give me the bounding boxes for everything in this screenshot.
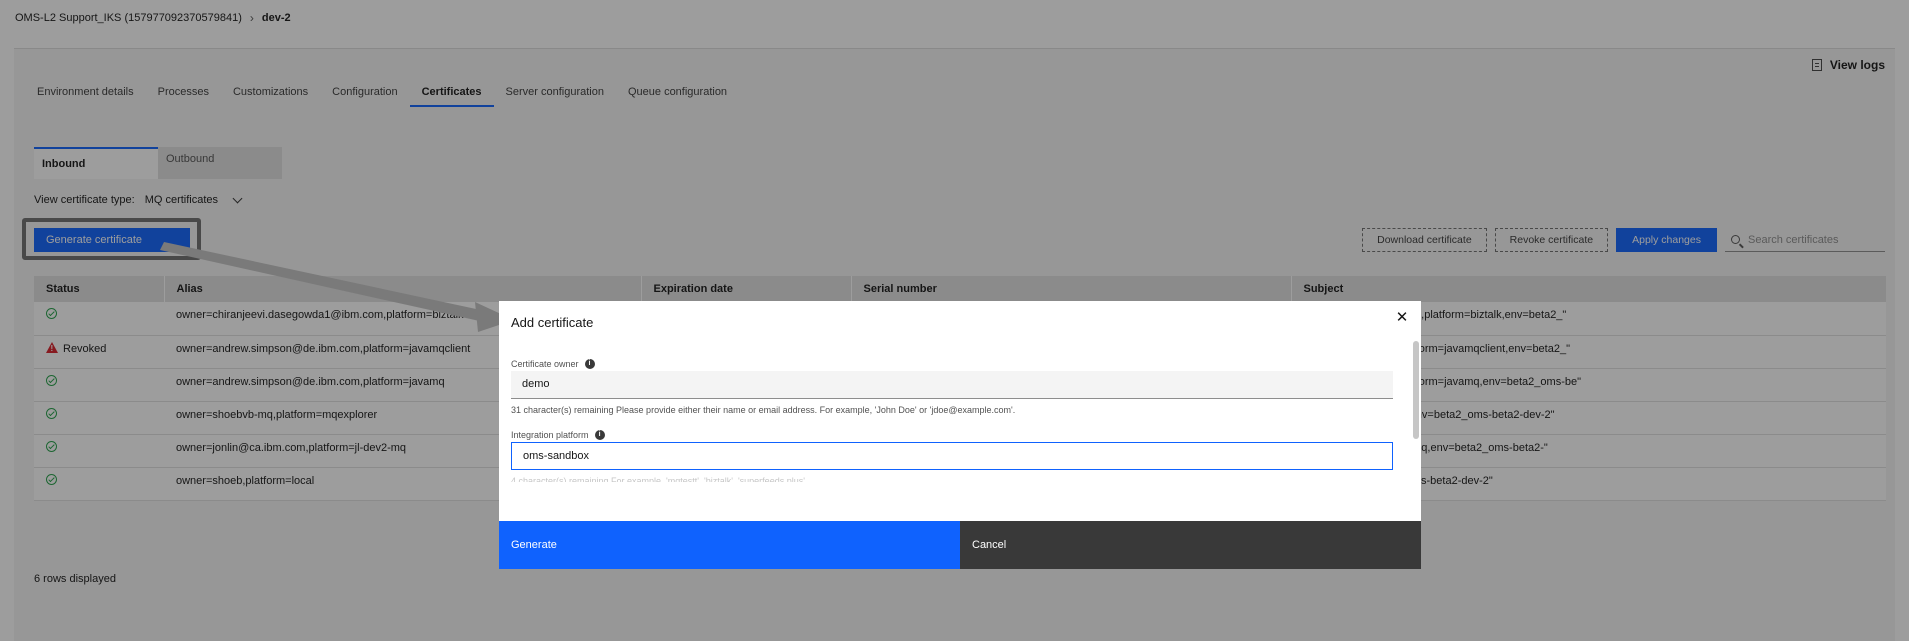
modal-scrollbar[interactable] bbox=[1413, 341, 1419, 439]
integration-platform-label: Integration platform i bbox=[511, 430, 605, 440]
generate-button[interactable]: Generate bbox=[499, 521, 960, 569]
integration-platform-label-text: Integration platform bbox=[511, 430, 589, 440]
modal-title: Add certificate bbox=[511, 315, 594, 330]
modal-footer: Generate Cancel bbox=[499, 521, 1421, 569]
certificate-owner-helper: 31 character(s) remaining Please provide… bbox=[511, 405, 1016, 415]
close-icon[interactable]: ✕ bbox=[1395, 310, 1409, 325]
add-certificate-modal: Add certificate ✕ Certificate owner i de… bbox=[499, 301, 1421, 569]
certificate-owner-label-text: Certificate owner bbox=[511, 359, 579, 369]
cancel-button[interactable]: Cancel bbox=[960, 521, 1421, 569]
integration-platform-helper: 4 character(s) remaining For example, 'm… bbox=[511, 476, 805, 482]
certificate-owner-label: Certificate owner i bbox=[511, 359, 595, 369]
info-icon[interactable]: i bbox=[594, 430, 605, 440]
integration-platform-input[interactable]: oms-sandbox bbox=[511, 442, 1393, 470]
certificate-owner-input[interactable]: demo bbox=[511, 371, 1393, 399]
info-icon[interactable]: i bbox=[584, 359, 595, 369]
